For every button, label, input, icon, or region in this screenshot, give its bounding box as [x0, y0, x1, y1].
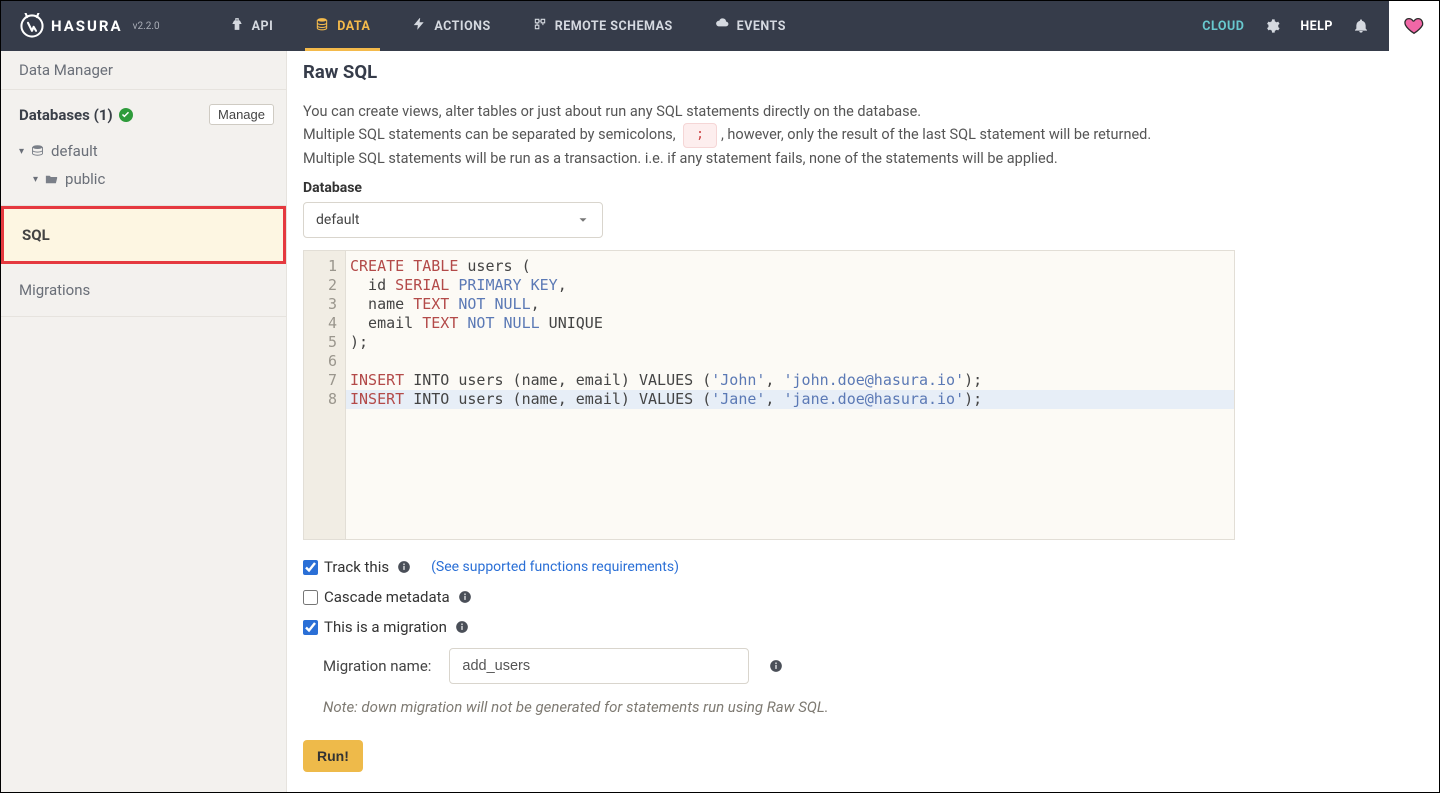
chevron-down-icon — [576, 213, 590, 227]
option-cascade: Cascade metadata — [303, 588, 1415, 606]
databases-title-text: Databases (1) — [19, 106, 113, 124]
option-migration: This is a migration — [303, 618, 1415, 636]
nav-tab-data[interactable]: DATA — [305, 1, 380, 51]
migration-label: This is a migration — [324, 618, 447, 636]
db-tree: ▾ default ▾ public — [1, 133, 286, 206]
tree-item-label: default — [51, 142, 98, 160]
sidebar-item-migrations[interactable]: Migrations — [1, 264, 286, 317]
track-this-checkbox[interactable] — [303, 560, 318, 575]
cloud-icon — [715, 17, 729, 35]
nav-tab-remote-schemas[interactable]: REMOTE SCHEMAS — [523, 1, 683, 51]
nav-tab-events[interactable]: EVENTS — [705, 1, 796, 51]
nav-right: CLOUD HELP — [1202, 1, 1439, 51]
brand-version: v2.2.0 — [133, 21, 160, 32]
see-requirements-link[interactable]: (See supported functions requirements) — [431, 559, 679, 575]
cloud-link[interactable]: CLOUD — [1202, 19, 1244, 34]
description-line: Multiple SQL statements can be separated… — [303, 123, 1415, 147]
content: Raw SQL You can create views, alter tabl… — [287, 51, 1439, 792]
migration-checkbox[interactable] — [303, 620, 318, 635]
tree-item-public[interactable]: ▾ public — [19, 165, 268, 193]
semicolon-chip: ; — [683, 123, 717, 147]
chevron-down-icon: ▾ — [33, 174, 38, 185]
editor-codearea[interactable]: CREATE TABLE users ( id SERIAL PRIMARY K… — [346, 251, 1234, 539]
hasura-logo-icon — [19, 13, 45, 39]
sidebar-item-sql[interactable]: SQL — [1, 206, 286, 264]
sidebar: Data Manager Databases (1) Manage ▾ defa… — [1, 51, 287, 792]
migration-name-input[interactable] — [449, 648, 749, 684]
run-button[interactable]: Run! — [303, 740, 363, 772]
options: Track this (See supported functions requ… — [303, 558, 1415, 716]
top-nav: HASURA v2.2.0 API DATA ACTIONS REMOTE SCHEM… — [1, 1, 1439, 51]
page-title: Raw SQL — [303, 61, 1415, 83]
nav-tab-actions[interactable]: ACTIONS — [402, 1, 500, 51]
nav-tab-label: ACTIONS — [434, 19, 490, 34]
bolt-icon — [412, 17, 426, 35]
info-icon[interactable] — [397, 560, 411, 574]
database-icon — [30, 144, 45, 159]
tree-item-label: public — [65, 170, 105, 188]
migration-name-label: Migration name: — [323, 657, 431, 675]
migration-note: Note: down migration will not be generat… — [323, 698, 1415, 716]
description: You can create views, alter tables or ju… — [303, 101, 1415, 170]
folder-open-icon — [44, 172, 59, 187]
nav-tab-label: REMOTE SCHEMAS — [555, 19, 673, 34]
migration-name-row: Migration name: — [323, 648, 1415, 684]
check-badge-icon — [119, 108, 133, 122]
nav-tab-label: EVENTS — [737, 19, 786, 34]
description-line: You can create views, alter tables or ju… — [303, 101, 1415, 123]
sidebar-data-manager[interactable]: Data Manager — [1, 51, 286, 90]
manage-button[interactable]: Manage — [209, 104, 274, 125]
gear-icon[interactable] — [1264, 18, 1280, 34]
nav-tab-api[interactable]: API — [220, 1, 284, 51]
option-track-this: Track this (See supported functions requ… — [303, 558, 1415, 576]
info-icon[interactable] — [458, 590, 472, 604]
database-select-value: default — [316, 212, 360, 228]
nav-tabs: API DATA ACTIONS REMOTE SCHEMAS EVENTS — [220, 1, 796, 51]
description-line: Multiple SQL statements will be run as a… — [303, 148, 1415, 170]
flask-icon — [230, 17, 244, 35]
info-icon[interactable] — [769, 659, 783, 673]
sql-editor[interactable]: 12345678 CREATE TABLE users ( id SERIAL … — [303, 250, 1235, 540]
editor-gutter: 12345678 — [304, 251, 346, 539]
brand[interactable]: HASURA v2.2.0 — [19, 13, 160, 39]
database-icon — [315, 17, 329, 35]
help-link[interactable]: HELP — [1300, 19, 1333, 34]
cascade-label: Cascade metadata — [324, 588, 450, 606]
chevron-down-icon: ▾ — [19, 146, 24, 157]
heart-icon — [1403, 15, 1425, 37]
schema-icon — [533, 17, 547, 35]
main: Data Manager Databases (1) Manage ▾ defa… — [1, 51, 1439, 792]
info-icon[interactable] — [455, 620, 469, 634]
nav-tab-label: API — [252, 19, 274, 34]
love-button[interactable] — [1389, 1, 1439, 51]
nav-tab-label: DATA — [337, 19, 370, 34]
database-label: Database — [303, 180, 1415, 196]
bell-icon[interactable] — [1353, 18, 1369, 34]
cascade-checkbox[interactable] — [303, 590, 318, 605]
track-this-label: Track this — [324, 558, 389, 576]
tree-item-default[interactable]: ▾ default — [19, 137, 268, 165]
database-select[interactable]: default — [303, 202, 603, 238]
databases-title: Databases (1) — [19, 106, 133, 124]
sidebar-databases-header: Databases (1) Manage — [1, 90, 286, 133]
brand-name: HASURA — [51, 17, 123, 35]
